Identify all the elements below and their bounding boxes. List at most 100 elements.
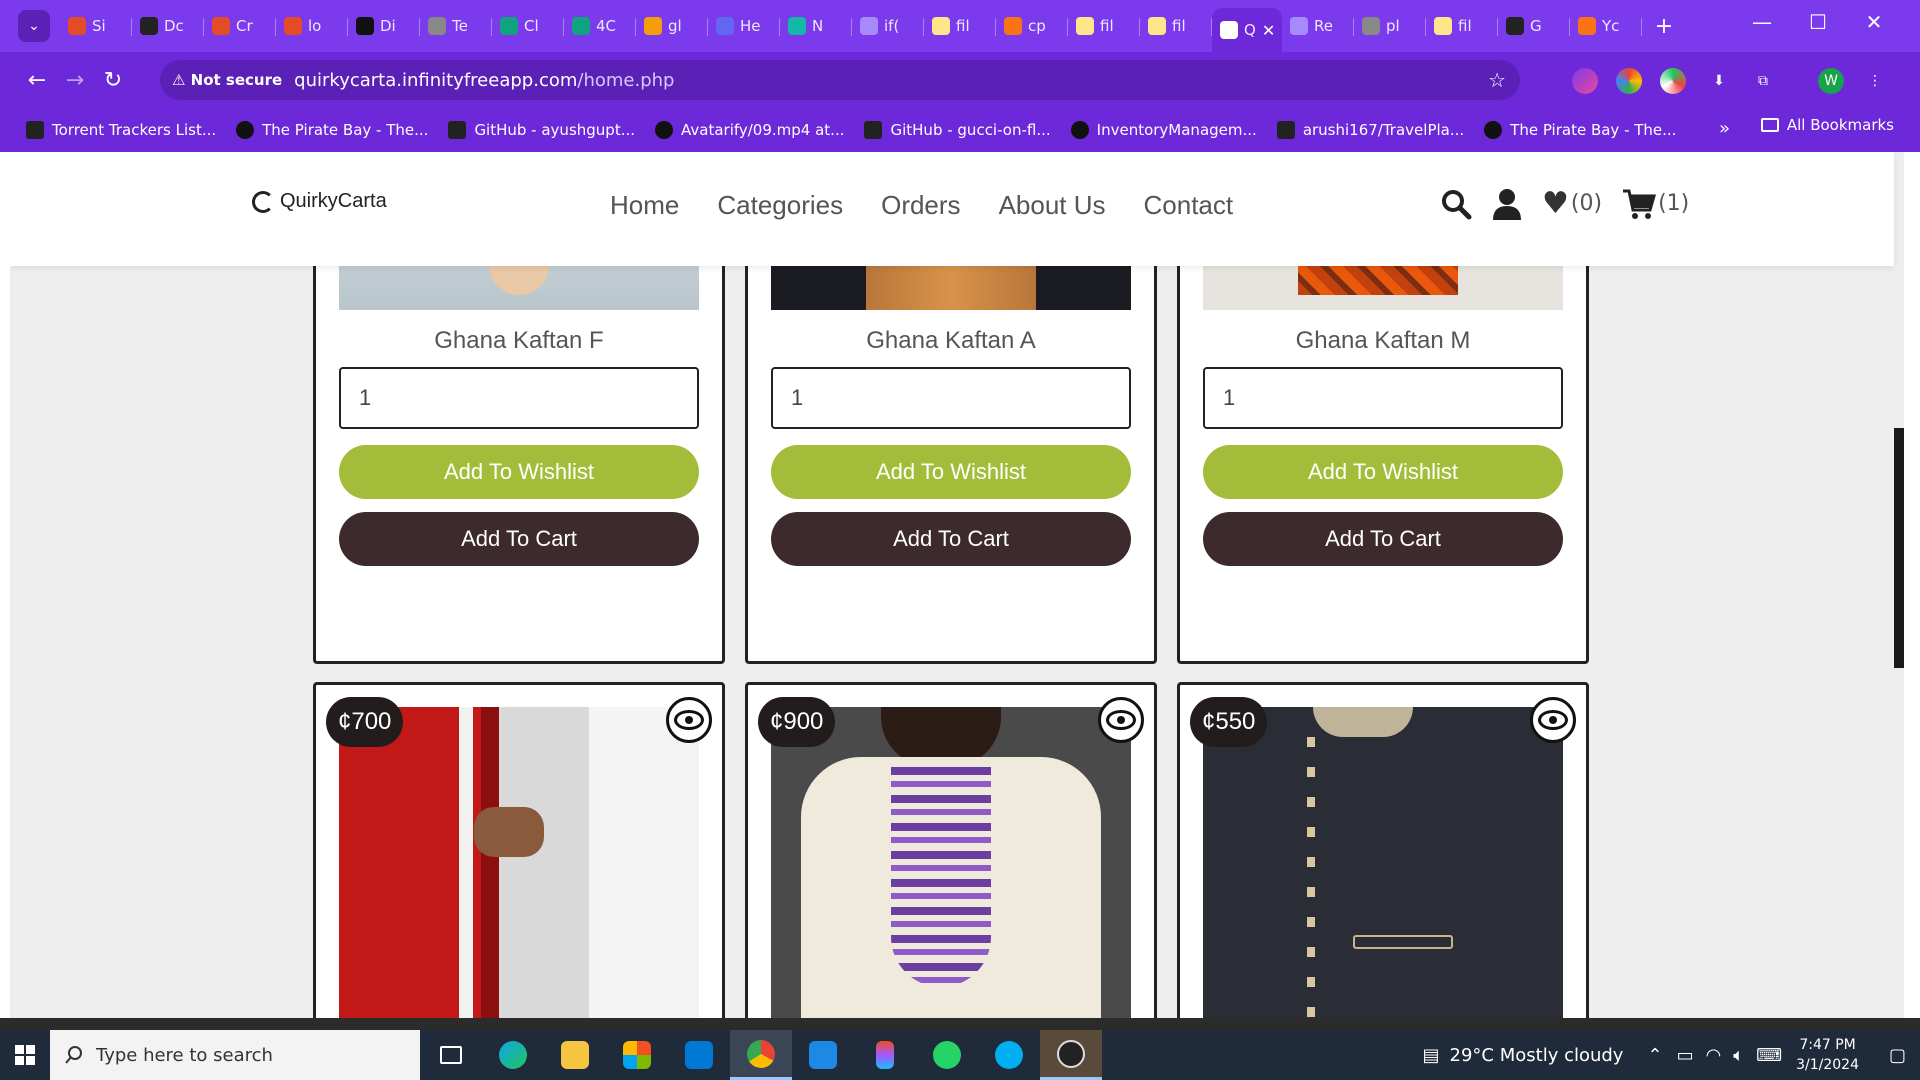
clock[interactable]: 7:47 PM 3/1/2024 [1796, 1035, 1859, 1075]
add-to-cart-button[interactable]: Add To Cart [339, 512, 699, 566]
edge-icon[interactable] [482, 1030, 544, 1080]
tab[interactable]: Si [60, 6, 132, 46]
nav-home[interactable]: Home [610, 190, 679, 221]
tab[interactable]: fil [1140, 6, 1212, 46]
tab[interactable]: fil [1426, 6, 1498, 46]
figma-icon[interactable] [854, 1030, 916, 1080]
tab[interactable]: Cr [204, 6, 276, 46]
maximize-button[interactable]: ☐ [1798, 10, 1838, 34]
nav-categories[interactable]: Categories [717, 190, 843, 221]
quick-view-eye-icon[interactable] [1530, 697, 1576, 743]
volume-icon[interactable]: 🔈︎ [1733, 1045, 1744, 1066]
quantity-input[interactable]: 1 [1203, 367, 1563, 429]
new-tab-button[interactable]: + [1650, 14, 1678, 39]
bookmark-star-icon[interactable]: ☆ [1488, 68, 1506, 92]
close-window-button[interactable]: ✕ [1854, 10, 1894, 34]
search-icon[interactable] [1440, 188, 1472, 220]
tray-overflow-icon[interactable]: ⌃ [1647, 1045, 1662, 1066]
nav-about-us[interactable]: About Us [999, 190, 1106, 221]
user-icon[interactable] [1492, 188, 1522, 220]
store-icon[interactable] [606, 1030, 668, 1080]
tab[interactable]: gl [636, 6, 708, 46]
bookmarks-overflow-icon[interactable]: » [1719, 118, 1730, 139]
bookmark-item[interactable]: InventoryManagem... [1070, 121, 1257, 139]
tab-search-button[interactable]: ⌄ [18, 10, 50, 42]
quick-view-eye-icon[interactable] [666, 697, 712, 743]
battery-icon[interactable]: ▭ [1677, 1045, 1694, 1066]
tab[interactable]: Cl [492, 6, 564, 46]
minimize-button[interactable]: — [1742, 10, 1782, 34]
task-view-icon[interactable] [420, 1030, 482, 1080]
obs-icon[interactable] [1040, 1030, 1102, 1080]
add-to-cart-button[interactable]: Add To Cart [1203, 512, 1563, 566]
bookmark-item[interactable]: arushi167/TravelPla... [1276, 121, 1464, 139]
extensions-puzzle-icon[interactable]: ⧉ [1750, 68, 1776, 94]
wifi-icon[interactable]: ◠ [1706, 1045, 1722, 1066]
skype-icon[interactable] [978, 1030, 1040, 1080]
mail-icon[interactable] [668, 1030, 730, 1080]
tab[interactable]: if( [852, 6, 924, 46]
bookmark-item[interactable]: Avatarify/09.mp4 at... [655, 121, 844, 139]
tab[interactable]: lo [276, 6, 348, 46]
tab[interactable]: fil [1068, 6, 1140, 46]
tab-close-icon[interactable]: ✕ [1262, 21, 1275, 40]
tab[interactable]: Dc [132, 6, 204, 46]
extension-icon[interactable] [1660, 68, 1686, 94]
tab[interactable]: He [708, 6, 780, 46]
bookmark-item[interactable]: GitHub - ayushgupt... [448, 121, 635, 139]
tab[interactable]: Yc [1570, 6, 1642, 46]
tab-label: Di [380, 17, 396, 35]
notifications-icon[interactable]: ▢ [1889, 1045, 1906, 1066]
cart-button[interactable]: (1) [1622, 188, 1689, 220]
forward-button[interactable]: → [56, 68, 94, 93]
brand-logo[interactable]: QuirkyCarta [252, 190, 387, 213]
bookmark-item[interactable]: Torrent Trackers List... [26, 121, 216, 139]
tab[interactable]: G [1498, 6, 1570, 46]
product-image[interactable] [1203, 707, 1563, 1018]
bookmark-label: The Pirate Bay - The... [262, 121, 429, 139]
tab[interactable]: fil [924, 6, 996, 46]
start-button[interactable] [0, 1030, 50, 1080]
file-explorer-icon[interactable] [544, 1030, 606, 1080]
nav-orders[interactable]: Orders [881, 190, 960, 221]
quantity-input[interactable]: 1 [339, 367, 699, 429]
product-image[interactable] [339, 707, 699, 1018]
product-image[interactable] [771, 707, 1131, 1018]
tab[interactable]: 4C [564, 6, 636, 46]
nav-contact[interactable]: Contact [1144, 190, 1234, 221]
tab[interactable]: cp [996, 6, 1068, 46]
tab-active[interactable]: Q ✕ [1212, 8, 1282, 52]
add-to-cart-button[interactable]: Add To Cart [771, 512, 1131, 566]
back-button[interactable]: ← [18, 68, 56, 93]
quantity-input[interactable]: 1 [771, 367, 1131, 429]
bookmark-item[interactable]: The Pirate Bay - The... [1484, 121, 1676, 139]
add-to-wishlist-button[interactable]: Add To Wishlist [339, 445, 699, 499]
weather-widget[interactable]: ▤ 29°C Mostly cloudy [1423, 1045, 1624, 1066]
keyboard-icon[interactable]: ⌨ [1756, 1045, 1782, 1066]
taskbar-search[interactable]: Type here to search [50, 1030, 420, 1080]
security-indicator[interactable]: ⚠ Not secure [172, 71, 282, 89]
tab[interactable]: pl [1354, 6, 1426, 46]
page-scrollbar[interactable] [1894, 428, 1904, 668]
bookmark-item[interactable]: The Pirate Bay - The... [236, 121, 428, 139]
tab[interactable]: N [780, 6, 852, 46]
reload-button[interactable]: ↻ [94, 68, 132, 93]
whatsapp-icon[interactable] [916, 1030, 978, 1080]
tab[interactable]: Re [1282, 6, 1354, 46]
tab[interactable]: Te [420, 6, 492, 46]
chrome-icon[interactable] [730, 1030, 792, 1080]
menu-kebab-icon[interactable]: ⋮ [1862, 68, 1888, 94]
wishlist-button[interactable]: ♥ (0) [1542, 186, 1602, 221]
extension-icon[interactable] [1572, 68, 1598, 94]
profile-avatar[interactable]: W [1818, 68, 1844, 94]
quick-view-eye-icon[interactable] [1098, 697, 1144, 743]
tab[interactable]: Di [348, 6, 420, 46]
add-to-wishlist-button[interactable]: Add To Wishlist [1203, 445, 1563, 499]
all-bookmarks-button[interactable]: All Bookmarks [1760, 116, 1894, 134]
bookmark-item[interactable]: GitHub - gucci-on-fl... [864, 121, 1051, 139]
vscode-icon[interactable] [792, 1030, 854, 1080]
extension-icon[interactable] [1616, 68, 1642, 94]
download-icon[interactable]: ⬇ [1706, 68, 1732, 94]
add-to-wishlist-button[interactable]: Add To Wishlist [771, 445, 1131, 499]
address-bar[interactable]: ⚠ Not secure quirkycarta.infinityfreeapp… [160, 60, 1520, 100]
